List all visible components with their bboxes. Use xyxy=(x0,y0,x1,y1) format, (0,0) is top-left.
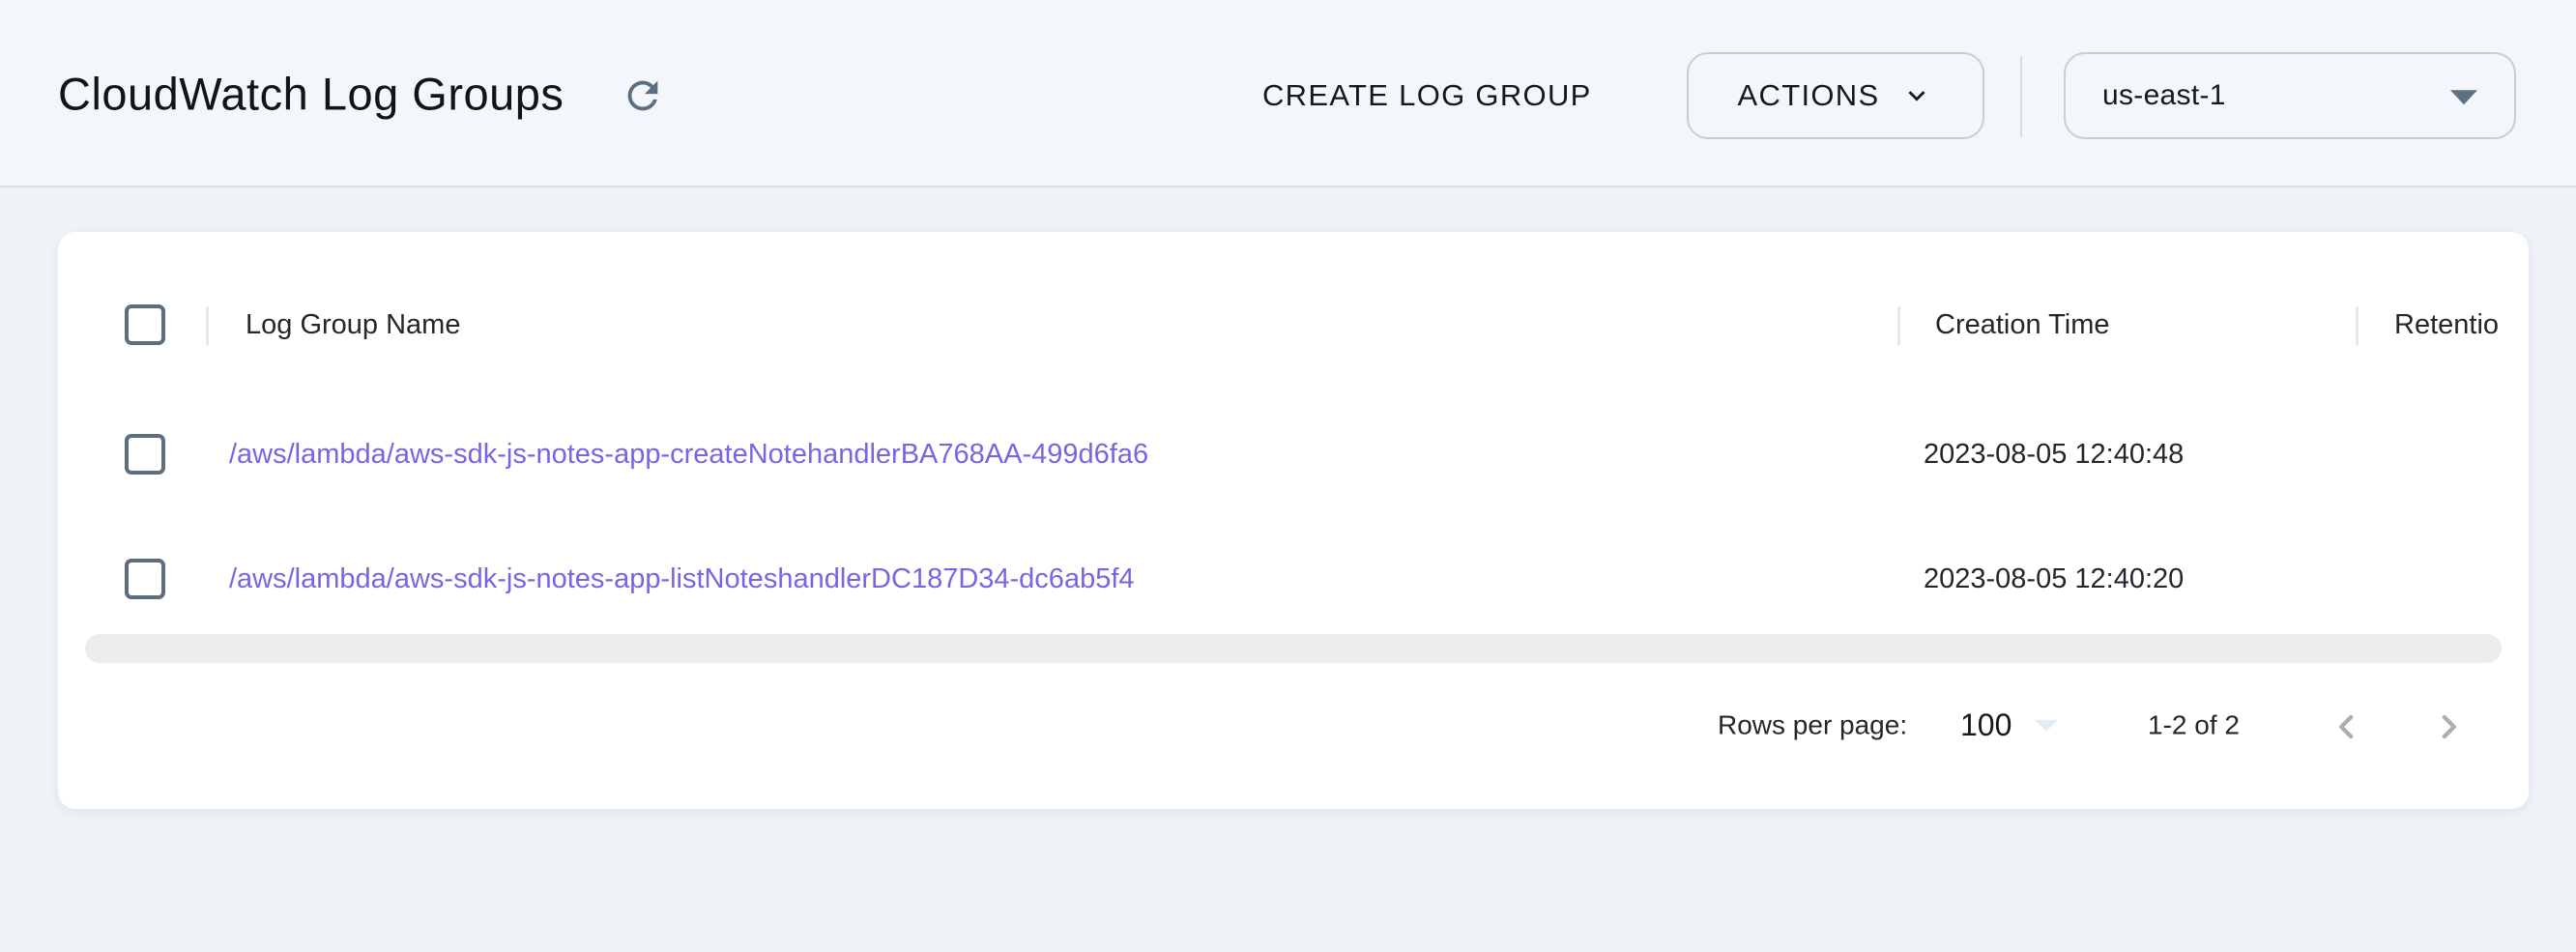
header-divider xyxy=(2020,56,2022,137)
log-groups-card: Log Group Name Creation Time Retentio /a… xyxy=(58,232,2529,809)
previous-page-button[interactable] xyxy=(2320,701,2374,755)
dropdown-arrow-icon xyxy=(2450,90,2477,104)
column-divider xyxy=(2356,306,2359,345)
pagination-range-label: 1-2 of 2 xyxy=(2148,709,2240,740)
actions-button-label: ACTIONS xyxy=(1738,78,1880,113)
column-divider xyxy=(1897,306,1900,345)
page-title: CloudWatch Log Groups xyxy=(58,67,564,120)
log-group-link[interactable]: /aws/lambda/aws-sdk-js-notes-app-listNot… xyxy=(229,563,1135,595)
chevron-left-icon xyxy=(2328,707,2366,746)
column-header-log-group-name: Log Group Name xyxy=(246,309,460,341)
actions-button[interactable]: ACTIONS xyxy=(1687,52,1984,139)
chevron-down-icon xyxy=(1900,79,1933,112)
refresh-button[interactable] xyxy=(621,73,665,118)
cloudwatch-log-groups-page: CloudWatch Log Groups CREATE LOG GROUP A… xyxy=(0,0,2576,952)
column-header-retention: Retentio xyxy=(2394,309,2499,341)
column-header-creation-time: Creation Time xyxy=(1935,309,2110,341)
rows-per-page-arrow-icon xyxy=(2035,719,2058,731)
row-checkbox[interactable] xyxy=(125,434,165,475)
column-divider xyxy=(206,306,209,345)
next-page-button[interactable] xyxy=(2421,701,2475,755)
rows-per-page-select[interactable]: 100 xyxy=(1960,707,2058,743)
creation-time-cell: 2023-08-05 12:40:48 xyxy=(1924,439,2184,471)
rows-per-page-label: Rows per page: xyxy=(1718,709,1907,740)
creation-time-cell: 2023-08-05 12:40:20 xyxy=(1924,563,2184,595)
row-checkbox[interactable] xyxy=(125,559,165,599)
log-group-link[interactable]: /aws/lambda/aws-sdk-js-notes-app-createN… xyxy=(229,439,1148,471)
create-log-group-button[interactable]: CREATE LOG GROUP xyxy=(1262,78,1592,113)
region-selector[interactable]: us-east-1 xyxy=(2064,52,2516,139)
rows-per-page-value: 100 xyxy=(1960,707,2012,743)
region-selector-value: us-east-1 xyxy=(2102,79,2226,112)
chevron-right-icon xyxy=(2429,707,2468,746)
refresh-icon xyxy=(621,73,665,118)
select-all-checkbox[interactable] xyxy=(125,304,165,345)
page-header: CloudWatch Log Groups CREATE LOG GROUP A… xyxy=(0,0,2576,188)
horizontal-scrollbar[interactable] xyxy=(85,634,2502,663)
